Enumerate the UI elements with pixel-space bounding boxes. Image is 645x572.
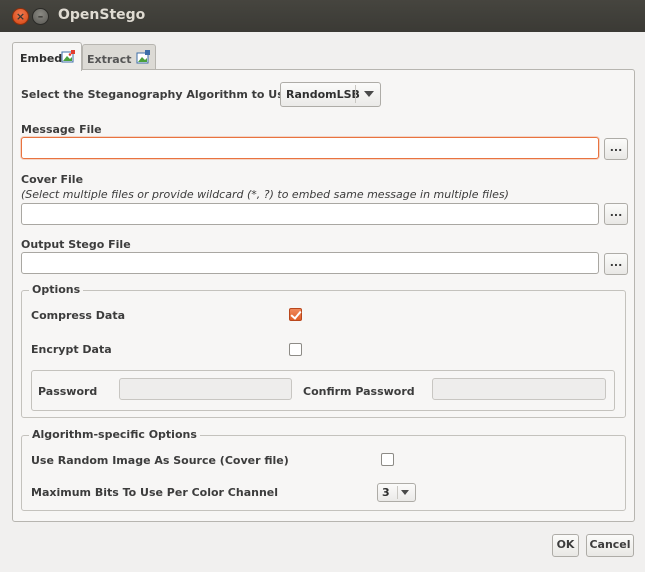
algorithm-value: RandomLSB [286, 88, 360, 101]
message-file-input[interactable] [21, 137, 599, 159]
output-file-input[interactable] [21, 252, 599, 274]
tab-embed[interactable]: Embed [12, 42, 82, 71]
cover-file-label: Cover File [21, 173, 84, 186]
password-label: Password [38, 385, 98, 398]
tab-extract[interactable]: Extract [82, 44, 156, 70]
password-field[interactable] [119, 378, 292, 400]
options-legend: Options [29, 283, 84, 296]
output-file-browse-button[interactable]: ... [604, 253, 628, 275]
algorithm-options-group [21, 435, 626, 511]
title-bar: × – OpenStego [0, 0, 645, 32]
minimize-icon: – [37, 10, 44, 23]
max-bits-value: 3 [382, 486, 390, 499]
message-file-label: Message File [21, 123, 102, 136]
tab-extract-label: Extract [87, 53, 132, 66]
ok-button[interactable]: OK [552, 534, 579, 557]
cover-file-browse-button[interactable]: ... [604, 203, 628, 225]
algorithm-select[interactable]: RandomLSB [280, 82, 381, 107]
dialog-window: × – OpenStego Embed Extract Select the S… [0, 0, 645, 572]
max-bits-label: Maximum Bits To Use Per Color Channel [31, 486, 279, 499]
max-bits-select[interactable]: 3 [377, 483, 416, 502]
random-image-checkbox[interactable] [381, 453, 394, 466]
close-window-button[interactable]: × [12, 8, 29, 25]
extract-picture-icon [136, 50, 150, 64]
cover-file-hint: (Select multiple files or provide wildca… [21, 188, 509, 201]
output-file-label: Output Stego File [21, 238, 131, 251]
close-icon: × [15, 10, 26, 23]
window-title: OpenStego [58, 7, 146, 23]
encrypt-data-label: Encrypt Data [31, 343, 112, 356]
chevron-down-icon [401, 490, 409, 495]
chevron-down-icon [364, 91, 374, 97]
algorithm-label: Select the Steganography Algorithm to Us… [21, 88, 292, 101]
embed-picture-icon [61, 50, 75, 63]
encrypt-data-checkbox[interactable] [289, 343, 302, 356]
minimize-window-button[interactable]: – [32, 8, 49, 25]
message-file-browse-button[interactable]: ... [604, 138, 628, 160]
algorithm-options-legend: Algorithm-specific Options [29, 428, 200, 441]
confirm-password-label: Confirm Password [303, 385, 415, 398]
combo-separator [397, 486, 398, 499]
tab-embed-label: Embed [20, 52, 63, 65]
cancel-button[interactable]: Cancel [586, 534, 634, 557]
compress-data-checkbox[interactable] [289, 308, 302, 321]
combo-separator [355, 85, 356, 103]
random-image-label: Use Random Image As Source (Cover file) [31, 454, 289, 467]
compress-data-label: Compress Data [31, 309, 126, 322]
confirm-password-field[interactable] [432, 378, 606, 400]
cover-file-input[interactable] [21, 203, 599, 225]
